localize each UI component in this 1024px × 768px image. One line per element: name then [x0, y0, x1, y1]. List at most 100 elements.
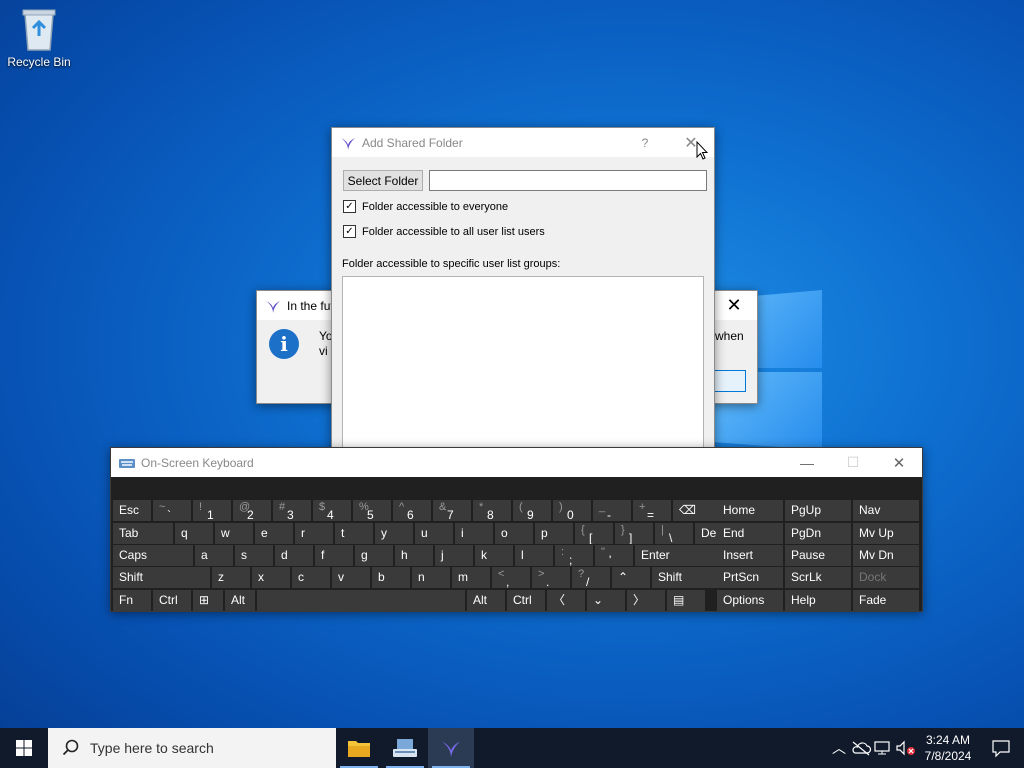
dialog-titlebar[interactable]: Add Shared Folder ? ✕	[332, 128, 714, 157]
osk-key-3[interactable]: #3	[273, 500, 311, 521]
osk-key-=[interactable]: + =	[633, 500, 671, 521]
osk-key-mv-dn[interactable]: Mv Dn	[853, 545, 919, 566]
osk-key-o[interactable]: o	[495, 523, 533, 544]
osk-key-i[interactable]: i	[455, 523, 493, 544]
taskbar-clock[interactable]: 3:24 AM 7/8/2024	[918, 732, 978, 764]
osk-key-y[interactable]: y	[375, 523, 413, 544]
osk-key-j[interactable]: j	[435, 545, 473, 566]
osk-key-pgdn[interactable]: PgDn	[785, 523, 851, 544]
osk-key-alt[interactable]: Alt	[225, 590, 255, 611]
osk-key-u[interactable]: u	[415, 523, 453, 544]
osk-key-,[interactable]: <,	[492, 567, 530, 588]
osk-close-button[interactable]: ✕	[876, 448, 922, 477]
osk-key--[interactable]: _ -	[593, 500, 631, 521]
osk-key-a[interactable]: a	[195, 545, 233, 566]
osk-minimize-button[interactable]: —	[784, 448, 830, 477]
checkbox-all-users[interactable]: ✓	[343, 225, 356, 238]
osk-key-prtscn[interactable]: PrtScn	[717, 567, 783, 588]
osk-key-pgup[interactable]: PgUp	[785, 500, 851, 521]
chk-all-users[interactable]: ✓ Folder accessible to all user list use…	[343, 225, 545, 238]
osk-key-options[interactable]: Options	[717, 590, 783, 611]
osk-key-][interactable]: }]	[615, 523, 653, 544]
osk-key-.[interactable]: >.	[532, 567, 570, 588]
osk-key-/[interactable]: ? /	[572, 567, 610, 588]
osk-key-end[interactable]: End	[717, 523, 783, 544]
osk-key-〈[interactable]: 〈	[547, 590, 585, 611]
osk-key-b[interactable]: b	[372, 567, 410, 588]
osk-key-q[interactable]: q	[175, 523, 213, 544]
osk-key-r[interactable]: r	[295, 523, 333, 544]
osk-key-scrlk[interactable]: ScrLk	[785, 567, 851, 588]
osk-key-m[interactable]: m	[452, 567, 490, 588]
osk-key-caps[interactable]: Caps	[113, 545, 193, 566]
osk-key-nav[interactable]: Nav	[853, 500, 919, 521]
chevron-up-icon[interactable]: ︿	[828, 738, 850, 758]
osk-key-▤[interactable]: ▤	[667, 590, 705, 611]
osk-key-shift[interactable]: Shift	[113, 567, 210, 588]
osk-key-c[interactable]: c	[292, 567, 330, 588]
start-button[interactable]	[0, 728, 48, 768]
osk-key-1[interactable]: ! 1	[193, 500, 231, 521]
osk-key-esc[interactable]: Esc	[113, 500, 151, 521]
osk-key-0[interactable]: ) 0	[553, 500, 591, 521]
folder-path-input[interactable]	[429, 170, 707, 191]
osk-key-5[interactable]: % 5	[353, 500, 391, 521]
taskbar-bird-app[interactable]	[428, 728, 474, 768]
osk-key-ctrl[interactable]: Ctrl	[153, 590, 191, 611]
osk-key-g[interactable]: g	[355, 545, 393, 566]
osk-key-e[interactable]: e	[255, 523, 293, 544]
osk-key-v[interactable]: v	[332, 567, 370, 588]
osk-key-t[interactable]: t	[335, 523, 373, 544]
osk-key-h[interactable]: h	[395, 545, 433, 566]
osk-key-⊞[interactable]: ⊞	[193, 590, 223, 611]
osk-key-alt[interactable]: Alt	[467, 590, 505, 611]
osk-key-n[interactable]: n	[412, 567, 450, 588]
osk-key-[[interactable]: {[	[575, 523, 613, 544]
taskbar-on-screen-keyboard[interactable]	[382, 728, 428, 768]
chk-everyone[interactable]: ✓ Folder accessible to everyone	[343, 200, 508, 213]
osk-key-2[interactable]: @2	[233, 500, 271, 521]
volume-muted-icon[interactable]	[894, 740, 918, 756]
osk-key-dock[interactable]: Dock	[853, 567, 919, 588]
dialog-help-button[interactable]: ?	[622, 128, 668, 157]
osk-key-7[interactable]: & 7	[433, 500, 471, 521]
osk-key-`[interactable]: ~ `	[153, 500, 191, 521]
osk-key-space[interactable]	[257, 590, 465, 611]
taskbar-file-explorer[interactable]	[336, 728, 382, 768]
osk-key-l[interactable]: l	[515, 545, 553, 566]
osk-key-d[interactable]: d	[275, 545, 313, 566]
osk-key-8[interactable]: * 8	[473, 500, 511, 521]
cloud-offline-icon[interactable]	[850, 740, 872, 756]
osk-key-;[interactable]: :;	[555, 545, 593, 566]
osk-key-backslash[interactable]: | \	[655, 523, 693, 544]
osk-key-x[interactable]: x	[252, 567, 290, 588]
osk-key-home[interactable]: Home	[717, 500, 783, 521]
osk-key-p[interactable]: p	[535, 523, 573, 544]
taskbar-search-box[interactable]: Type here to search	[48, 728, 336, 768]
message-close-button[interactable]: ✕	[711, 291, 757, 320]
osk-key-ctrl[interactable]: Ctrl	[507, 590, 545, 611]
osk-key-mv-up[interactable]: Mv Up	[853, 523, 919, 544]
osk-key-4[interactable]: $4	[313, 500, 351, 521]
osk-key-help[interactable]: Help	[785, 590, 851, 611]
osk-key-pause[interactable]: Pause	[785, 545, 851, 566]
osk-key-fn[interactable]: Fn	[113, 590, 151, 611]
osk-key-fade[interactable]: Fade	[853, 590, 919, 611]
notification-icon[interactable]	[978, 738, 1024, 758]
recycle-bin-desktop-icon[interactable]: Recycle Bin	[6, 6, 72, 69]
osk-key-w[interactable]: w	[215, 523, 253, 544]
osk-key-9[interactable]: (9	[513, 500, 551, 521]
osk-key-⌃[interactable]: ⌃	[612, 567, 650, 588]
osk-titlebar[interactable]: On-Screen Keyboard — ☐ ✕	[111, 448, 922, 477]
osk-key-'[interactable]: " '	[595, 545, 633, 566]
osk-key-s[interactable]: s	[235, 545, 273, 566]
network-icon[interactable]	[872, 740, 894, 756]
osk-key-tab[interactable]: Tab	[113, 523, 173, 544]
osk-maximize-button[interactable]: ☐	[830, 448, 876, 477]
groups-listbox[interactable]	[342, 276, 704, 458]
checkbox-everyone[interactable]: ✓	[343, 200, 356, 213]
osk-key-⌄[interactable]: ⌄	[587, 590, 625, 611]
osk-key-f[interactable]: f	[315, 545, 353, 566]
osk-key-〉[interactable]: 〉	[627, 590, 665, 611]
osk-key-insert[interactable]: Insert	[717, 545, 783, 566]
